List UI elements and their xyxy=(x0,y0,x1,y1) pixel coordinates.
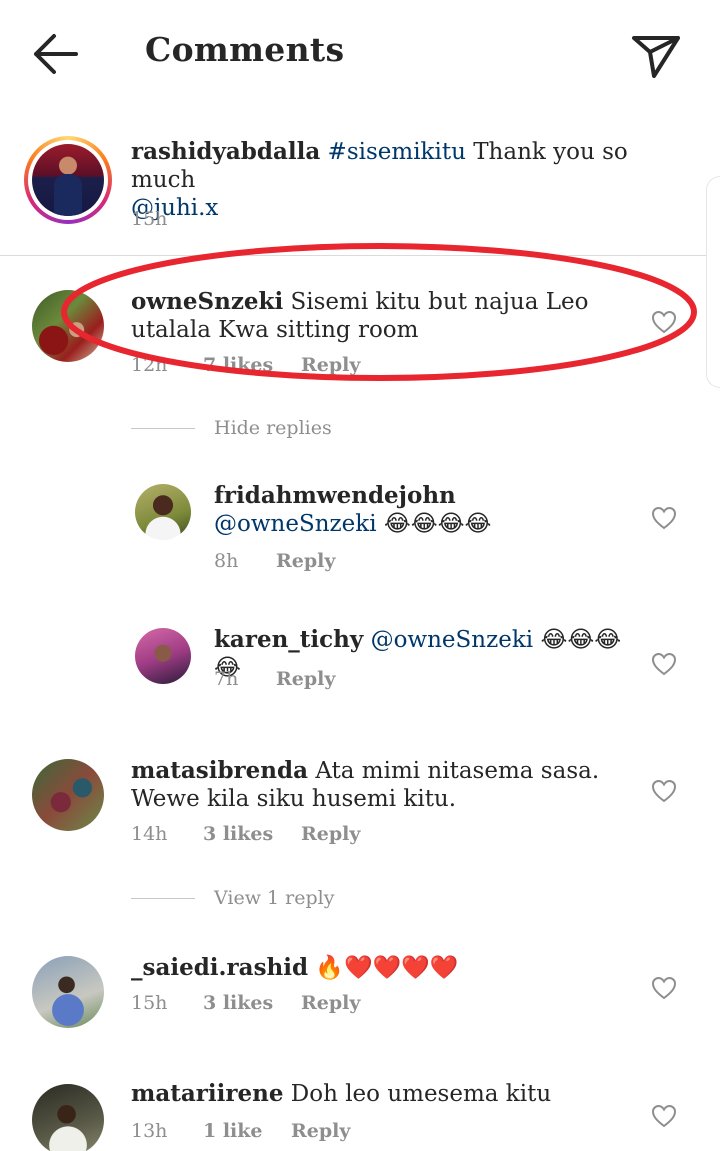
avatar-photo xyxy=(32,144,104,216)
heart-icon[interactable] xyxy=(650,1102,678,1130)
reply-time: 8h xyxy=(214,550,239,572)
comment-likes[interactable]: 1 like xyxy=(203,1120,263,1142)
reply-button[interactable]: Reply xyxy=(301,992,360,1014)
comment-username[interactable]: owneSnzeki xyxy=(131,288,283,315)
avatar[interactable] xyxy=(32,759,104,831)
caption-username[interactable]: rashidyabdalla xyxy=(131,138,320,165)
paper-plane-icon xyxy=(632,36,680,78)
comment-likes[interactable]: 3 likes xyxy=(203,823,273,845)
heart-icon[interactable] xyxy=(650,974,678,1002)
avatar[interactable] xyxy=(32,1084,104,1151)
comment-body: Doh leo umesema kitu xyxy=(290,1081,552,1107)
reply-body: 😂😂😂😂 xyxy=(376,511,492,537)
caption-hashtag[interactable]: #sisemikitu xyxy=(328,139,466,165)
comment-text: owneSnzeki Sisemi kitu but najua Leo uta… xyxy=(131,288,631,344)
comment-likes[interactable]: 3 likes xyxy=(203,992,273,1014)
reply-username[interactable]: fridahmwendejohn xyxy=(214,482,456,509)
share-button[interactable] xyxy=(628,28,684,82)
back-button[interactable] xyxy=(28,30,84,78)
comment-username[interactable]: matariirene xyxy=(131,1080,283,1107)
thread-divider xyxy=(131,898,195,899)
reply-time: 7h xyxy=(214,668,239,690)
heart-icon[interactable] xyxy=(650,777,678,805)
comment-text: matasibrenda Ata mimi nitasema sasa. Wew… xyxy=(131,757,631,813)
avatar[interactable] xyxy=(135,628,191,684)
comment-time: 15h xyxy=(131,992,168,1014)
comment-body: 🔥❤️❤️❤️❤️ xyxy=(315,955,459,981)
reply-button[interactable]: Reply xyxy=(276,550,335,572)
reply-button[interactable]: Reply xyxy=(291,1120,350,1142)
header-bar: Comments xyxy=(0,0,720,104)
reply-button[interactable]: Reply xyxy=(276,668,335,690)
reply-username[interactable]: karen_tichy xyxy=(214,626,363,653)
avatar[interactable] xyxy=(32,290,104,362)
comment-time: 14h xyxy=(131,823,168,845)
avatar[interactable] xyxy=(135,484,191,540)
reply-mention[interactable]: @owneSnzeki xyxy=(371,627,534,653)
avatar[interactable] xyxy=(32,956,104,1028)
caption-row: rashidyabdalla #sisemikitu Thank you so … xyxy=(0,124,720,256)
caption-text: rashidyabdalla #sisemikitu Thank you so … xyxy=(131,138,671,222)
side-panel-edge[interactable] xyxy=(706,176,720,388)
comment-text: matariirene Doh leo umesema kitu xyxy=(131,1080,631,1108)
comment-time: 12h xyxy=(131,354,168,376)
comment-username[interactable]: _saiedi.rashid xyxy=(131,954,308,981)
reply-button[interactable]: Reply xyxy=(301,823,360,845)
reply-button[interactable]: Reply xyxy=(301,354,360,376)
view-replies-button[interactable]: View 1 reply xyxy=(214,887,334,909)
heart-icon[interactable] xyxy=(650,504,678,532)
reply-text: fridahmwendejohn @owneSnzeki 😂😂😂😂 xyxy=(214,482,624,538)
reply-mention[interactable]: @owneSnzeki xyxy=(214,511,377,537)
comment-likes[interactable]: 7 likes xyxy=(203,354,273,376)
hide-replies-button[interactable]: Hide replies xyxy=(214,417,332,439)
heart-icon[interactable] xyxy=(650,650,678,678)
comment-time: 13h xyxy=(131,1120,168,1142)
arrow-left-icon xyxy=(34,34,78,74)
comment-text: _saiedi.rashid 🔥❤️❤️❤️❤️ xyxy=(131,954,631,982)
heart-icon[interactable] xyxy=(650,308,678,336)
caption-avatar[interactable] xyxy=(24,136,112,224)
page-title: Comments xyxy=(145,30,345,69)
comment-username[interactable]: matasibrenda xyxy=(131,757,308,784)
caption-time: 15h xyxy=(131,208,168,230)
thread-divider xyxy=(131,428,195,429)
